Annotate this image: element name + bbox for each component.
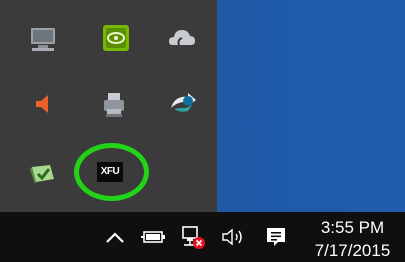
- volume-icon[interactable]: [217, 212, 251, 262]
- security-check-icon[interactable]: [26, 155, 60, 189]
- xfu-icon[interactable]: XFU: [97, 162, 123, 182]
- sync-icon[interactable]: [166, 87, 200, 121]
- speaker-muted-icon[interactable]: [26, 87, 60, 121]
- network-monitor-icon[interactable]: [26, 21, 60, 55]
- network-error-icon[interactable]: [175, 212, 211, 262]
- clock-date: 7/17/2015: [314, 241, 391, 260]
- chevron-up-icon[interactable]: [98, 212, 132, 262]
- system-clock[interactable]: 3:55 PM 7/17/2015: [300, 212, 405, 262]
- printer-icon[interactable]: [97, 87, 131, 121]
- clock-time: 3:55 PM: [320, 218, 385, 237]
- hidden-icons-flyout: XFU: [0, 0, 217, 212]
- battery-icon[interactable]: [138, 212, 170, 262]
- onedrive-icon[interactable]: [165, 21, 199, 55]
- nvidia-icon[interactable]: [99, 21, 133, 55]
- notification-icon[interactable]: [258, 212, 294, 262]
